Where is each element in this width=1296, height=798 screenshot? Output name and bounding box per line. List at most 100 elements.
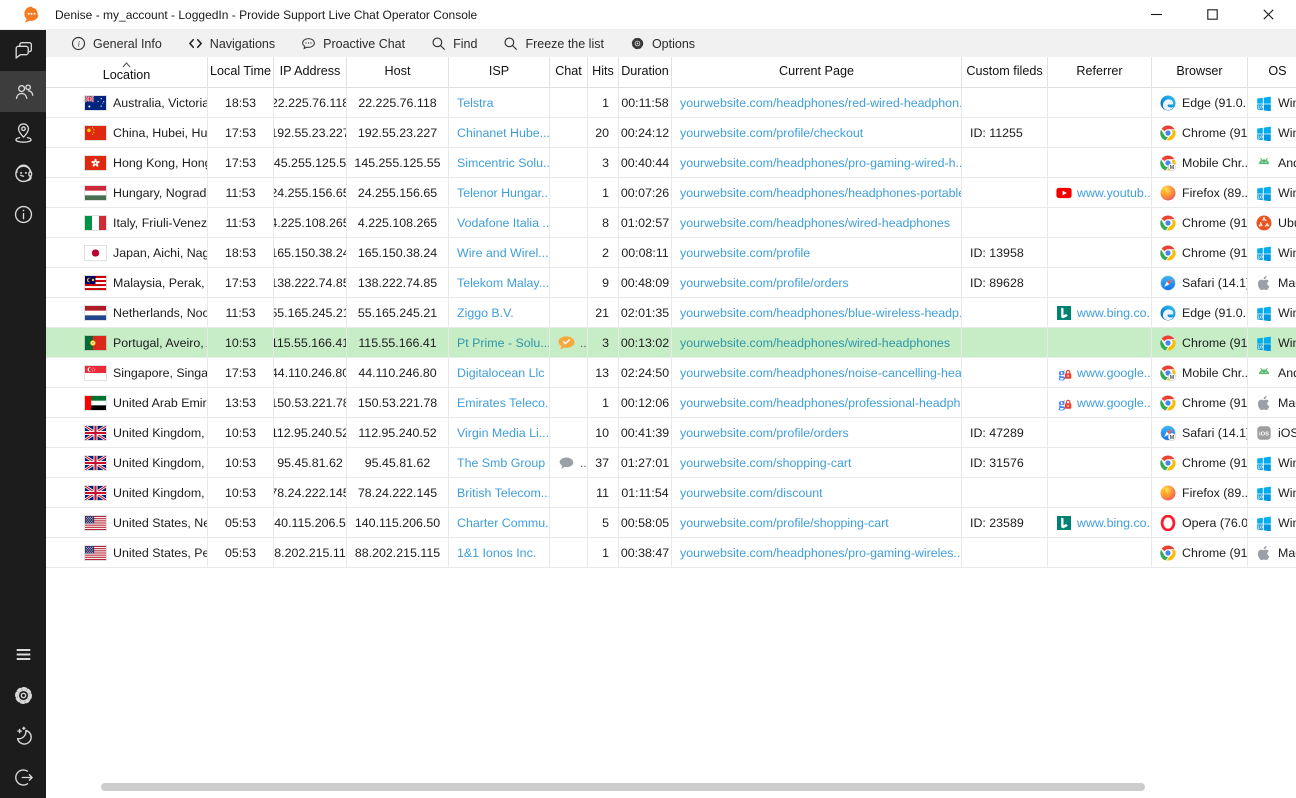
column-header-ip-address[interactable]: IP Address — [274, 57, 347, 88]
isp-link[interactable]: Vodafone Italia ... — [457, 216, 550, 230]
chat-active-icon[interactable] — [557, 335, 576, 351]
minimize-button[interactable] — [1128, 0, 1184, 29]
visitor-row[interactable]: Netherlands, Noord-...11:5355.165.245.21… — [46, 298, 1296, 328]
column-header-label: Current Page — [779, 65, 854, 78]
isp-link[interactable]: Simcentric Solu... — [457, 156, 550, 170]
referrer-link[interactable]: www.bing.co... — [1077, 516, 1152, 530]
column-header-location[interactable]: Location — [46, 57, 208, 88]
referrer-link[interactable]: www.bing.co... — [1077, 306, 1152, 320]
column-header-custom-fileds[interactable]: Custom fileds — [962, 57, 1048, 88]
visitor-row[interactable]: China, Hubei, Huangg...17:53192.55.23.22… — [46, 118, 1296, 148]
column-header-local-time[interactable]: Local Time — [208, 57, 274, 88]
toolbar-options-button[interactable]: Options — [617, 30, 708, 57]
current-page-link[interactable]: yourwebsite.com/headphones/noise-cancell… — [680, 366, 962, 380]
current-page-link[interactable]: yourwebsite.com/headphones/red-wired-hea… — [680, 96, 962, 110]
visitor-row[interactable]: United Kingdom, Engl...10:5378.24.222.14… — [46, 478, 1296, 508]
visitor-row[interactable]: Malaysia, Perak, Ipoh, ...17:53138.222.7… — [46, 268, 1296, 298]
custom-fields-cell — [962, 478, 1048, 507]
hits-text: 21 — [595, 306, 609, 320]
isp-link[interactable]: Charter Commu... — [457, 516, 550, 530]
horizontal-scrollbar-thumb[interactable] — [101, 783, 1145, 791]
toolbar-freeze-the-list-button[interactable]: Freeze the list — [490, 30, 617, 57]
current-page-link[interactable]: yourwebsite.com/headphones/pro-gaming-wi… — [680, 156, 962, 170]
duration-text: 02:24:50 — [621, 366, 669, 380]
sidebar-item-chats[interactable] — [0, 30, 46, 71]
isp-link[interactable]: British Telecom... — [457, 486, 550, 500]
close-button[interactable] — [1240, 0, 1296, 29]
isp-link[interactable]: Telekom Malay... — [457, 276, 549, 290]
current-page-link[interactable]: yourwebsite.com/shopping-cart — [680, 456, 852, 470]
visitor-row[interactable]: Italy, Friuli-Venezia Gi...11:534.225.10… — [46, 208, 1296, 238]
isp-link[interactable]: The Smb Group — [457, 456, 545, 470]
visitor-row[interactable]: Japan, Aichi, Nagoya, ...18:53165.150.38… — [46, 238, 1296, 268]
sidebar-item-geo-map[interactable] — [0, 112, 46, 153]
current-page-cell: yourwebsite.com/headphones/pro-gaming-wi… — [672, 148, 962, 177]
current-page-link[interactable]: yourwebsite.com/profile/checkout — [680, 126, 863, 140]
referrer-link[interactable]: www.google... — [1077, 396, 1152, 410]
toolbar-proactive-chat-button[interactable]: Proactive Chat — [288, 30, 418, 57]
visitor-row[interactable]: United States, New Yo...05:53140.115.206… — [46, 508, 1296, 538]
sidebar-item-visitors[interactable] — [0, 71, 46, 112]
isp-link[interactable]: Digitalocean Llc — [457, 366, 544, 380]
visitor-row[interactable]: Hungary, Nograd, Kar...11:5324.255.156.6… — [46, 178, 1296, 208]
isp-link[interactable]: Telstra — [457, 96, 494, 110]
current-page-link[interactable]: yourwebsite.com/headphones/headphones-po… — [680, 186, 962, 200]
column-header-browser[interactable]: Browser — [1152, 57, 1248, 88]
isp-link[interactable]: Wire and Wirel... — [457, 246, 549, 260]
sidebar-item-info[interactable] — [0, 194, 46, 235]
visitor-row[interactable]: United Arab Emirates...13:53150.53.221.7… — [46, 388, 1296, 418]
toolbar-general-info-button[interactable]: iGeneral Info — [58, 30, 175, 57]
location-text: China, Hubei, Huangg... — [113, 126, 208, 140]
current-page-link[interactable]: yourwebsite.com/headphones/wired-headpho… — [680, 336, 950, 350]
sidebar-item-menu[interactable] — [0, 634, 46, 675]
column-header-duration[interactable]: Duration — [619, 57, 672, 88]
isp-link[interactable]: 1&1 Ionos Inc. — [457, 546, 536, 560]
current-page-link[interactable]: yourwebsite.com/discount — [680, 486, 823, 500]
current-page-link[interactable]: yourwebsite.com/profile/orders — [680, 276, 849, 290]
isp-link[interactable]: Emirates Teleco... — [457, 396, 550, 410]
column-header-chat[interactable]: Chat — [550, 57, 588, 88]
sidebar-item-settings[interactable] — [0, 675, 46, 716]
chat-idle-icon[interactable] — [557, 455, 576, 471]
ip-address-text: 88.202.215.115 — [274, 546, 347, 560]
isp-link[interactable]: Pt Prime - Solu... — [457, 336, 550, 350]
current-page-link[interactable]: yourwebsite.com/headphones/wired-headpho… — [680, 216, 950, 230]
current-page-link[interactable]: yourwebsite.com/profile — [680, 246, 810, 260]
visitor-row[interactable]: Singapore, Singapore...17:5344.110.246.8… — [46, 358, 1296, 388]
referrer-link[interactable]: www.youtub... — [1077, 186, 1152, 200]
current-page-link[interactable]: yourwebsite.com/headphones/pro-gaming-wi… — [680, 546, 962, 560]
info-circle-icon — [12, 203, 35, 226]
current-page-link[interactable]: yourwebsite.com/profile/shopping-cart — [680, 516, 889, 530]
referrer-link[interactable]: www.google... — [1077, 366, 1152, 380]
sidebar-item-operators[interactable] — [0, 153, 46, 194]
column-header-current-page[interactable]: Current Page — [672, 57, 962, 88]
column-header-referrer[interactable]: Referrer — [1048, 57, 1152, 88]
toolbar-find-button[interactable]: Find — [418, 30, 490, 57]
current-page-cell: yourwebsite.com/profile/orders — [672, 268, 962, 297]
current-page-link[interactable]: yourwebsite.com/profile/orders — [680, 426, 849, 440]
current-page-link[interactable]: yourwebsite.com/headphones/blue-wireless… — [680, 306, 962, 320]
maximize-button[interactable] — [1184, 0, 1240, 29]
visitor-row[interactable]: United States, Pennsy...05:5388.202.215.… — [46, 538, 1296, 568]
location-cell: China, Hubei, Huangg... — [46, 118, 208, 147]
column-header-isp[interactable]: ISP — [449, 57, 550, 88]
isp-link[interactable]: Chinanet Hube... — [457, 126, 550, 140]
visitor-row[interactable]: United Kingdom, Engl...10:53112.95.240.5… — [46, 418, 1296, 448]
isp-link[interactable]: Virgin Media Li... — [457, 426, 549, 440]
visitor-row[interactable]: United Kingdom, Engl...10:5395.45.81.629… — [46, 448, 1296, 478]
visitor-row[interactable]: Portugal, Aveiro, Ave...10:53115.55.166.… — [46, 328, 1296, 358]
visitor-row[interactable]: Australia, Victoria, Ge...18:5322.225.76… — [46, 88, 1296, 118]
sidebar-item-night-mode[interactable] — [0, 716, 46, 757]
isp-link[interactable]: Ziggo B.V. — [457, 306, 514, 320]
sidebar-item-logout[interactable] — [0, 757, 46, 798]
column-header-hits[interactable]: Hits — [588, 57, 619, 88]
host-text: 95.45.81.62 — [365, 456, 430, 470]
visitor-row[interactable]: Hong Kong, Hong Ko...17:53145.255.125.55… — [46, 148, 1296, 178]
current-page-link[interactable]: yourwebsite.com/headphones/professional-… — [680, 396, 962, 410]
column-header-host[interactable]: Host — [347, 57, 449, 88]
toolbar-navigations-button[interactable]: Navigations — [175, 30, 288, 57]
os-cell: And — [1248, 148, 1296, 177]
isp-link[interactable]: Telenor Hungar... — [457, 186, 550, 200]
column-header-os[interactable]: OS — [1248, 57, 1296, 88]
horizontal-scrollbar-track[interactable] — [92, 782, 1296, 792]
